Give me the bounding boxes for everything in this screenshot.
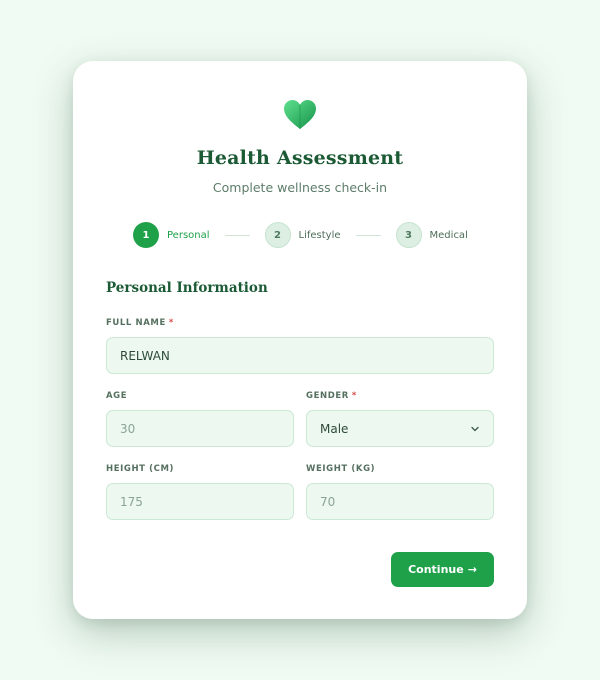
weight-label: Weight (kg) <box>306 464 375 474</box>
step-number: 1 <box>133 222 159 248</box>
gender-label: Gender * <box>306 391 357 401</box>
required-mark: * <box>351 391 357 401</box>
step-label: Lifestyle <box>298 229 341 241</box>
age-label-text: Age <box>106 391 128 401</box>
page-subtitle: Complete wellness check-in <box>212 180 388 195</box>
step-lifestyle[interactable]: 2 Lifestyle <box>264 222 341 248</box>
step-connector <box>224 234 250 236</box>
step-medical[interactable]: 3 Medical <box>395 222 468 248</box>
gender-label-text: Gender <box>306 391 349 401</box>
assessment-card: Health Assessment Complete wellness chec… <box>73 61 527 619</box>
required-mark: * <box>168 318 174 328</box>
step-number: 2 <box>264 222 291 248</box>
weight-input[interactable] <box>306 483 494 520</box>
section-title: Personal Information <box>106 280 268 296</box>
height-label: Height (cm) <box>106 464 174 474</box>
weight-label-text: Weight (kg) <box>306 464 376 474</box>
step-number: 3 <box>395 222 422 248</box>
step-label: Personal <box>167 229 210 241</box>
full-name-input[interactable] <box>106 337 494 374</box>
gender-select-value: Male <box>320 421 349 436</box>
height-input[interactable] <box>106 483 294 520</box>
step-label: Medical <box>429 229 468 241</box>
height-label-text: Height (cm) <box>106 464 174 474</box>
full-name-label: Full Name * <box>106 318 174 328</box>
continue-button-label: Continue <box>408 563 464 576</box>
full-name-label-text: Full Name <box>106 318 166 328</box>
gender-select[interactable]: Male <box>306 410 494 447</box>
age-input[interactable] <box>106 410 294 447</box>
step-connector <box>355 234 381 236</box>
continue-button[interactable]: Continue → <box>391 552 494 587</box>
heart-icon <box>284 100 316 129</box>
chevron-down-icon <box>471 426 479 431</box>
age-label: Age <box>106 391 127 401</box>
progress-stepper: 1 Personal 2 Lifestyle 3 Medical <box>133 222 468 248</box>
page-title: Health Assessment <box>196 147 404 169</box>
step-personal[interactable]: 1 Personal <box>133 222 210 248</box>
arrow-right-icon: → <box>467 563 477 576</box>
